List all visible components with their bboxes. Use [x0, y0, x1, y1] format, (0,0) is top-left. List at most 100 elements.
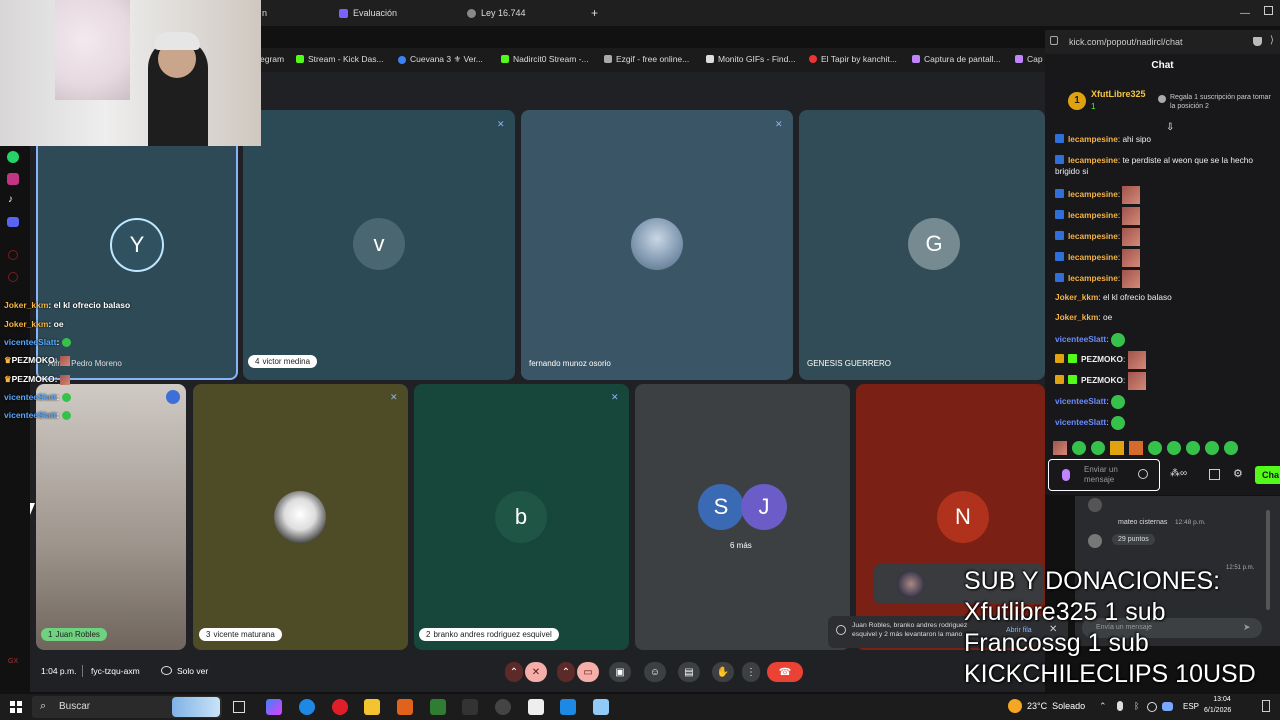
tile-icon	[17, 701, 22, 706]
vpn-icon	[1147, 702, 1157, 712]
raised-hands-text: Juan Robles, branko andres rodriguez esq…	[852, 622, 968, 638]
bluetooth-icon[interactable]: ᛒ	[1134, 701, 1139, 711]
emote-icon[interactable]	[1129, 441, 1143, 455]
emote-icon[interactable]	[1167, 441, 1181, 455]
meeting-code: fyc-tzqu-axm	[91, 666, 140, 676]
tab-evaluacion[interactable]: Evaluación	[339, 4, 397, 22]
app-icon[interactable]	[430, 699, 446, 715]
gear-icon[interactable]: ⚙	[1233, 467, 1243, 480]
verified-badge-icon	[1055, 210, 1064, 220]
bookmark-kick-dashboard[interactable]: Stream - Kick Das...	[296, 54, 384, 64]
clock-date[interactable]: 6/1/2026	[1204, 707, 1244, 714]
popup-url[interactable]: kick.com/popout/nadircl/chat	[1069, 37, 1183, 47]
avatar	[1088, 498, 1102, 512]
leave-call-button[interactable]: ☎	[767, 662, 803, 682]
bookmark-ezgif[interactable]: Ezgif - free online...	[604, 54, 689, 64]
participant-tile-juan[interactable]	[36, 384, 186, 650]
emote-icon[interactable]	[1072, 441, 1086, 455]
emote-icon[interactable]	[1186, 441, 1200, 455]
more-count: 6 más	[730, 541, 752, 550]
pin-icon[interactable]: ⇩	[1166, 122, 1174, 133]
mic-toggle-button[interactable]: ✕	[525, 662, 547, 682]
emote-icon[interactable]	[1148, 441, 1162, 455]
crown-badge-icon	[1055, 354, 1064, 364]
solo-ver-label[interactable]: Solo ver	[177, 666, 208, 676]
captions-button[interactable]: ▣	[609, 662, 631, 682]
opera-gx-icon[interactable]	[332, 699, 348, 715]
app-icon[interactable]	[560, 699, 576, 715]
webcam-poster	[55, 0, 130, 100]
top-gifter-count: 1	[1091, 102, 1096, 111]
chat-message: vicenteeSlatt:	[1055, 416, 1273, 430]
chat-input-placeholder: Enviar un mensaje	[1084, 465, 1118, 484]
whatsapp-icon[interactable]	[7, 151, 19, 163]
language-indicator[interactable]: ESP	[1183, 702, 1199, 711]
camera-toggle-button[interactable]: ▭	[577, 662, 599, 682]
app-icon[interactable]	[397, 699, 413, 715]
bookmark-nadircito[interactable]: Nadircit0 Stream -...	[501, 54, 589, 64]
emoji-icon[interactable]	[1138, 469, 1148, 479]
emote-strip[interactable]	[1053, 441, 1238, 455]
avatar	[897, 570, 925, 598]
gift-prompt[interactable]: Regala 1 suscripción para tomar la posic…	[1170, 93, 1275, 111]
tiktok-icon[interactable]: ♪	[8, 194, 13, 205]
minimize-icon[interactable]: —	[1240, 8, 1250, 19]
instagram-icon[interactable]	[7, 173, 19, 185]
weather-text[interactable]: 23°C Soleado	[1027, 701, 1085, 711]
emote-icon	[1122, 186, 1141, 204]
store-icon[interactable]	[1209, 469, 1220, 480]
emote-icon[interactable]	[1205, 441, 1219, 455]
emote-icon	[1122, 249, 1141, 267]
new-tab-button[interactable]: +	[591, 4, 598, 22]
overlay-chat-line: Joker_kkm: el kl ofrecio balaso	[4, 300, 131, 310]
emote-icon[interactable]	[1091, 441, 1105, 455]
participant-name: fernando munoz osorio	[529, 359, 611, 368]
mic-options-button[interactable]: ⌃	[505, 662, 523, 682]
gift-icon	[1158, 95, 1166, 103]
edge-icon[interactable]	[299, 699, 315, 715]
microphone-icon[interactable]	[1062, 469, 1070, 481]
maximize-icon[interactable]	[1264, 6, 1273, 15]
chat-message: Joker_kkm: el kl ofrecio balaso	[1055, 292, 1172, 302]
raise-hand-button[interactable]: ✋	[712, 662, 734, 682]
tray-chevron-icon[interactable]: ⌃	[1099, 701, 1107, 712]
participant-avatar: v	[353, 218, 405, 270]
chat-message: PEZMOKO:	[1055, 372, 1273, 390]
top-gifter-name[interactable]: XfutLibre325	[1091, 89, 1146, 99]
task-view-icon[interactable]	[233, 701, 245, 713]
app-icon[interactable]	[593, 699, 609, 715]
bookmark-monito[interactable]: Monito GIFs - Find...	[706, 54, 795, 64]
present-button[interactable]: ▤	[678, 662, 700, 682]
bookmark-captura[interactable]: Captura de pantall...	[912, 54, 1001, 64]
clock-time[interactable]: 13:04	[1212, 696, 1232, 703]
calendar-icon[interactable]	[528, 699, 544, 715]
notification-icon[interactable]	[1262, 700, 1270, 712]
obs-icon[interactable]	[495, 699, 511, 715]
emote-icon	[1127, 351, 1146, 369]
tab-partial[interactable]: n	[262, 4, 267, 22]
bookmark-telegram[interactable]: egram	[260, 54, 284, 64]
more-options-button[interactable]: ⋮	[742, 662, 760, 682]
copilot-icon[interactable]	[266, 699, 282, 715]
epic-games-icon[interactable]	[462, 699, 478, 715]
infinity-icon[interactable]: ⁂∞	[1170, 468, 1187, 479]
bookmark-cuevana[interactable]: Cuevana 3 ⚜ Ver...	[398, 54, 483, 65]
send-chat-button[interactable]: Cha	[1255, 466, 1280, 484]
discord-icon[interactable]	[7, 217, 19, 227]
bookmark-tapir[interactable]: El Tapir by kanchit...	[809, 54, 897, 64]
camera-options-button[interactable]: ⌃	[557, 662, 575, 682]
tab-ley[interactable]: Ley 16.744	[467, 4, 526, 22]
microphone-tray-icon	[1117, 701, 1123, 711]
bookmark-cap[interactable]: Cap	[1015, 54, 1043, 64]
emote-icon[interactable]	[1110, 441, 1124, 455]
sub-badge-icon	[1068, 375, 1077, 385]
emote-icon[interactable]	[1053, 441, 1067, 455]
emoji-button[interactable]: ☺	[644, 662, 666, 682]
participant-photo	[631, 218, 683, 270]
file-explorer-icon[interactable]	[364, 699, 380, 715]
windows-start-icon[interactable]	[10, 701, 22, 713]
participant-avatar: S	[698, 484, 744, 530]
hand-icon	[836, 625, 846, 635]
emote-icon[interactable]	[1224, 441, 1238, 455]
overlay-chat-line: vicenteeSlatt:	[4, 392, 71, 403]
